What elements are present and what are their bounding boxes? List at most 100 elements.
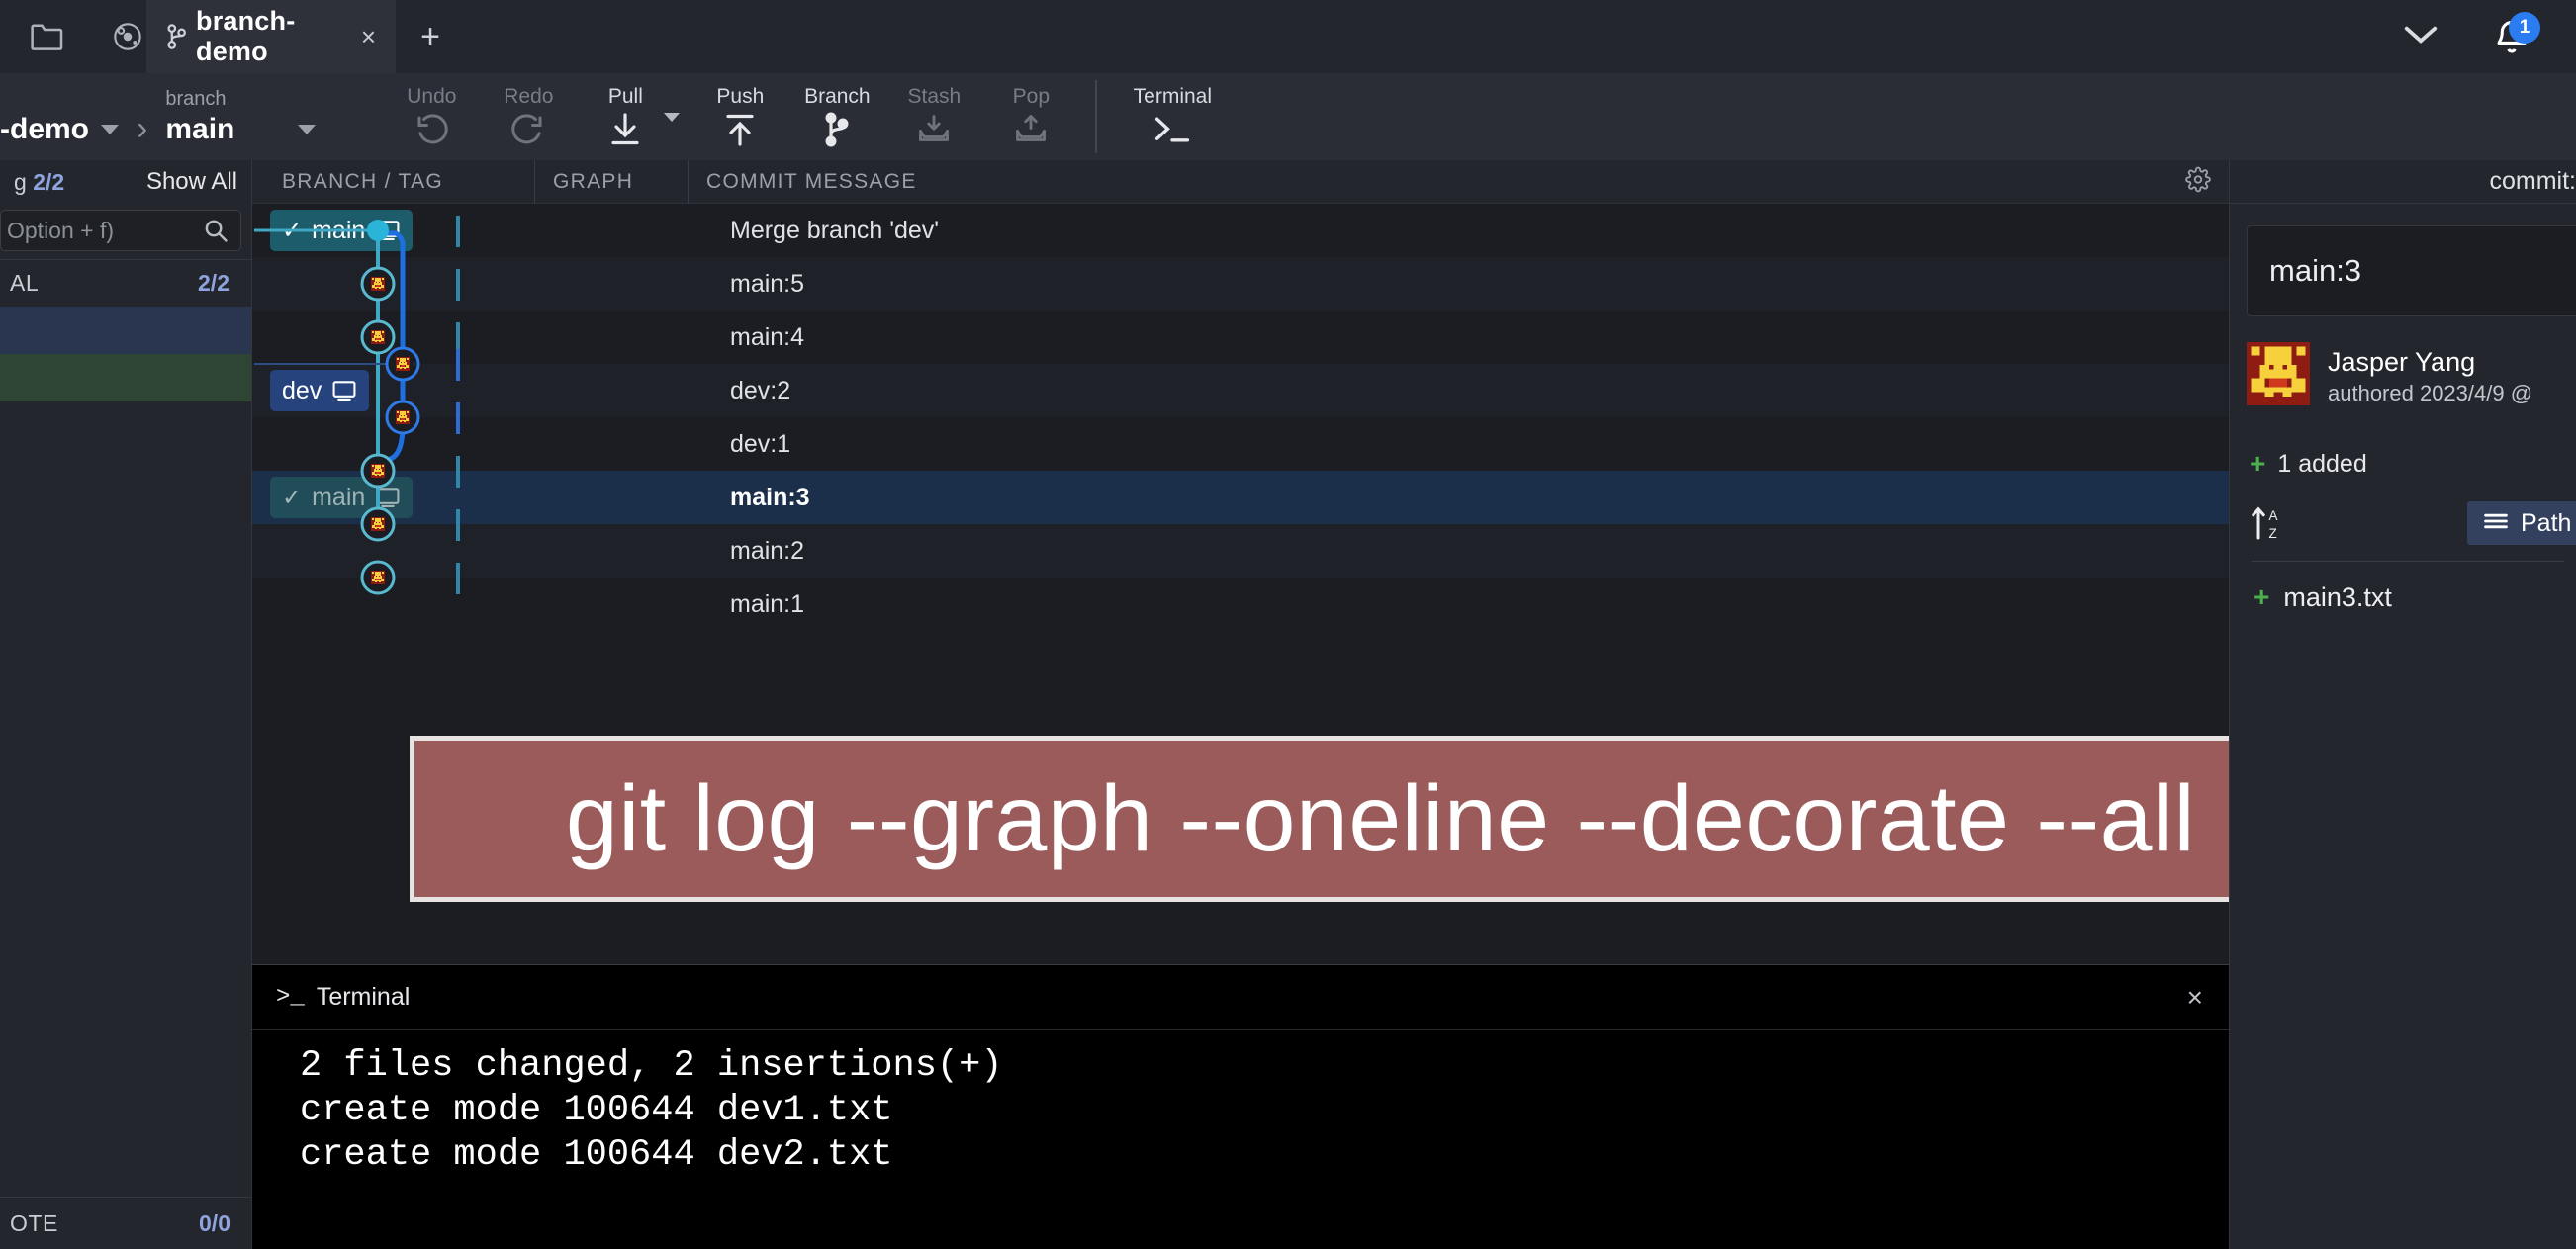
push-button[interactable]: Push [691,73,788,160]
sort-az-icon[interactable]: A Z [2250,503,2285,543]
terminal-panel: >_ Terminal × 2 files changed, 2 inserti… [252,964,2229,1249]
tab-bar-left-icons [0,0,146,73]
atom-icon[interactable] [108,17,146,56]
pull-button[interactable]: Pull [577,73,681,160]
path-toggle-button[interactable]: Path [2467,501,2576,545]
check-icon: ✓ [282,484,303,511]
pull-dropdown-caret[interactable] [664,113,681,122]
list-icon [2483,509,2509,538]
table-row[interactable]: main:1 [252,578,2229,631]
branch-chip-main-local[interactable]: ✓ main [270,477,414,518]
branch-button[interactable]: Branch [788,73,885,160]
redo-button[interactable]: Redo [480,73,577,160]
table-row[interactable]: main:2 [252,524,2229,578]
tab-bar: branch-demo × + 1 [0,0,2576,73]
terminal-output[interactable]: 2 files changed, 2 insertions(+) create … [252,1030,2229,1178]
gear-icon[interactable] [2185,166,2211,197]
author-name: Jasper Yang [2328,346,2476,377]
sidebar-branch-count: g 2/2 [14,169,64,196]
table-row[interactable]: ✓ main Merge branch 'dev' [252,204,2229,257]
column-header-commit-message: COMMIT MESSAGE [688,159,2229,204]
commit-message: main:4 [730,322,805,351]
table-row[interactable]: main:4 [252,311,2229,364]
sidebar-item-branch-main[interactable] [0,307,251,354]
commit-message-box: main:3 [2247,225,2576,316]
commit-message: dev:2 [730,376,791,404]
commit-message: dev:1 [730,429,791,458]
commit-message: main:5 [730,269,805,298]
branch-chip-main-head[interactable]: ✓ main [270,210,414,251]
close-icon[interactable]: × [2187,982,2203,1014]
folder-icon[interactable] [28,17,66,56]
undo-button[interactable]: Undo [383,73,480,160]
commit-author: Jasper Yang authored 2023/4/9 @ [2247,342,2576,410]
branch-chip-dev[interactable]: dev [270,370,370,411]
undo-label: Undo [407,84,457,108]
notification-badge: 1 [2509,12,2540,44]
table-row-selected[interactable]: ✓ main main:3 [252,471,2229,524]
terminal-icon: >_ [276,984,305,1011]
branch-selector[interactable]: branch main [165,73,317,160]
path-button-label: Path [2521,508,2572,537]
sidebar-header-word: g [14,168,27,195]
chevron-down-icon [101,125,119,134]
table-row[interactable]: main:5 [252,257,2229,311]
branch-chip-label: dev [282,376,322,404]
branch-icon [166,23,186,50]
sidebar-section-remote-count: 0/0 [199,1209,230,1236]
file-change-summary: + 1 added [2250,448,2576,480]
divider [2252,561,2564,562]
plus-icon: + [2250,448,2266,479]
current-branch-name: main [165,113,235,145]
monitor-icon [375,487,401,508]
table-row[interactable]: dev dev:2 [252,364,2229,417]
stash-icon [916,111,952,148]
stash-button[interactable]: Stash [885,73,982,160]
sidebar-section-remote[interactable]: OTE 0/0 [0,1198,252,1249]
repo-selector[interactable]: -demo [0,73,119,160]
toolbar-actions: Undo Redo Pull Push Branch Stash Pop Ter… [383,73,1232,160]
file-name: main3.txt [2283,581,2392,612]
branch-chip-label: main [312,483,366,511]
pull-icon [608,111,642,148]
commit-detail-panel: commit: main:3 Jasper Yang authored 2023… [2229,160,2576,1249]
new-tab-button[interactable]: + [396,0,465,73]
monitor-icon [375,220,401,241]
list-item[interactable]: + main3.txt [2254,581,2576,613]
branch-chip-label: main [312,216,366,244]
avatar [2247,342,2310,410]
sidebar-section-remote-label: OTE [10,1209,58,1236]
author-date: authored 2023/4/9 @ [2328,380,2533,405]
pull-label: Pull [607,84,643,108]
command-callout: git log --graph --oneline --decorate --a… [410,736,2351,902]
sidebar: g 2/2 Show All Option + f) AL 2/2 OTE 0/… [0,160,252,1249]
pop-label: Pop [1012,84,1051,108]
terminal-line: create mode 100644 dev1.txt [300,1090,893,1132]
breadcrumb: -demo › branch main [0,73,317,160]
branch-label: Branch [804,84,871,108]
repo-tab[interactable]: branch-demo × [146,0,396,73]
commit-rows: ✓ main Merge branch 'dev' main:5 main:4 … [252,204,2229,631]
search-icon [203,218,229,243]
terminal-line: create mode 100644 dev2.txt [300,1134,893,1177]
check-icon: ✓ [282,217,303,244]
terminal-button[interactable]: Terminal [1113,73,1232,160]
notifications-button[interactable]: 1 [2489,12,2540,59]
search-input[interactable]: Option + f) [0,210,241,251]
terminal-line: 2 files changed, 2 insertions(+) [300,1045,1003,1087]
table-row[interactable]: dev:1 [252,417,2229,471]
commit-panel-header: commit: [2230,160,2576,204]
sidebar-section-local[interactable]: AL 2/2 [0,259,251,307]
graph-column-headers: BRANCH / TAG GRAPH COMMIT MESSAGE [252,159,2229,204]
close-icon[interactable]: × [361,24,376,49]
stash-label: Stash [907,84,962,108]
sidebar-item-branch-dev[interactable] [0,354,251,401]
chevron-down-icon[interactable] [2402,23,2439,51]
show-all-button[interactable]: Show All [146,168,237,196]
commit-message: main:3 [730,483,810,511]
pop-button[interactable]: Pop [982,73,1079,160]
plus-icon: + [2254,581,2270,612]
file-list-controls: A Z Path [2250,499,2576,547]
added-count-label: 1 added [2277,449,2367,478]
sidebar-section-local-label: AL [10,270,40,296]
